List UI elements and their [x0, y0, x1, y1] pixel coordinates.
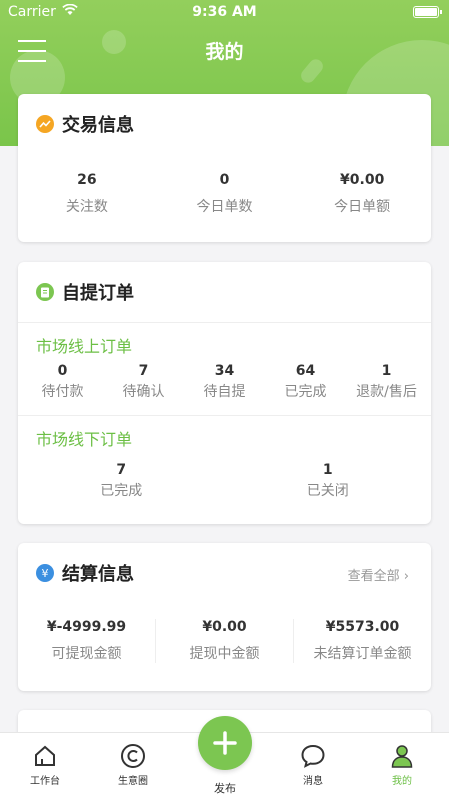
- tab-label: 工作台: [30, 776, 60, 787]
- chat-bubble-icon: [278, 743, 348, 769]
- stat-value: ¥0.00: [202, 619, 247, 635]
- stat-label: 今日单额: [334, 199, 391, 215]
- stat-label: 待付款: [41, 384, 84, 400]
- stat-value: ¥5573.00: [325, 619, 400, 635]
- order-status-pending-payment[interactable]: 0 待付款: [22, 363, 103, 401]
- status-bar: Carrier 9:36 AM: [0, 0, 449, 24]
- stat-label: 关注数: [65, 199, 108, 215]
- copyright-icon: [98, 743, 168, 769]
- tab-label: 我的: [392, 776, 412, 787]
- stat-unsettled[interactable]: ¥5573.00 未结算订单金额: [294, 619, 431, 663]
- tab-messages[interactable]: 消息: [278, 743, 348, 787]
- stat-label: 已完成: [100, 483, 143, 499]
- page-title: 我的: [205, 41, 244, 63]
- stat-label: 退款/售后: [356, 384, 417, 400]
- stat-label: 今日单数: [196, 199, 253, 215]
- offline-status-completed[interactable]: 7 已完成: [18, 462, 225, 500]
- stat-label: 提现中金额: [189, 646, 260, 662]
- stat-label: 待确认: [122, 384, 165, 400]
- stat-value: 1: [381, 363, 392, 379]
- publish-button[interactable]: [198, 716, 252, 770]
- stat-today-orders[interactable]: 0 今日单数: [156, 172, 294, 216]
- trade-info-card: 交易信息 26 关注数 0 今日单数 ¥0.00 今日单额: [18, 94, 431, 242]
- stat-value: 0: [219, 172, 230, 188]
- user-icon: [367, 743, 437, 769]
- tab-workbench[interactable]: 工作台: [10, 743, 80, 787]
- stat-value: 0: [57, 363, 68, 379]
- view-all-link[interactable]: 查看全部 ›: [348, 565, 409, 584]
- card-title: 交易信息: [62, 115, 134, 136]
- order-status-refund[interactable]: 1 退款/售后: [346, 363, 427, 401]
- stat-value: 34: [214, 363, 235, 379]
- publish-label: 发布: [214, 782, 236, 795]
- stat-withdrawing[interactable]: ¥0.00 提现中金额: [156, 619, 294, 663]
- clock: 9:36 AM: [192, 4, 257, 20]
- stat-withdrawable[interactable]: ¥-4999.99 可提现金额: [18, 619, 156, 663]
- tab-mine[interactable]: 我的: [367, 743, 437, 787]
- stat-value: ¥-4999.99: [46, 619, 127, 635]
- order-status-pending-confirm[interactable]: 7 待确认: [103, 363, 184, 401]
- card-title: 自提订单: [62, 283, 134, 304]
- tab-label: 生意圈: [118, 776, 148, 787]
- chevron-right-icon: ›: [403, 569, 409, 584]
- stat-today-amount[interactable]: ¥0.00 今日单额: [293, 172, 431, 216]
- clipboard-icon: [36, 283, 54, 301]
- plus-icon: [213, 731, 237, 755]
- order-status-pending-pickup[interactable]: 34 待自提: [184, 363, 265, 401]
- stat-label: 未结算订单金额: [313, 646, 412, 662]
- trend-icon: [36, 115, 54, 133]
- home-icon: [10, 743, 80, 769]
- stat-value: 64: [295, 363, 316, 379]
- online-orders-title: 市场线上订单: [36, 337, 133, 356]
- card-title: 结算信息: [62, 564, 134, 585]
- offline-orders-title: 市场线下订单: [36, 430, 133, 449]
- yen-icon: ¥: [36, 564, 54, 582]
- view-all-label: 查看全部: [347, 569, 400, 584]
- battery-icon: [413, 6, 442, 18]
- offline-status-closed[interactable]: 1 已关闭: [225, 462, 432, 500]
- order-status-completed[interactable]: 64 已完成: [265, 363, 346, 401]
- stat-value: 7: [116, 462, 127, 478]
- tab-business-circle[interactable]: 生意圈: [98, 743, 168, 787]
- pickup-orders-card: 自提订单 市场线上订单 0 待付款 7 待确认 34 待自提 64 已完成 1 …: [18, 262, 431, 524]
- stat-value: 26: [77, 172, 97, 188]
- tab-label: 消息: [303, 776, 323, 787]
- stat-value: 1: [322, 462, 333, 478]
- stat-label: 已完成: [284, 384, 327, 400]
- stat-value: ¥0.00: [340, 172, 385, 188]
- stat-follow[interactable]: 26 关注数: [18, 172, 156, 216]
- settlement-card: ¥ 结算信息 查看全部 › ¥-4999.99 可提现金额 ¥0.00 提现中金…: [18, 543, 431, 691]
- stat-label: 待自提: [203, 384, 246, 400]
- stat-label: 已关闭: [306, 483, 349, 499]
- stat-value: 7: [138, 363, 149, 379]
- stat-label: 可提现金额: [51, 646, 122, 662]
